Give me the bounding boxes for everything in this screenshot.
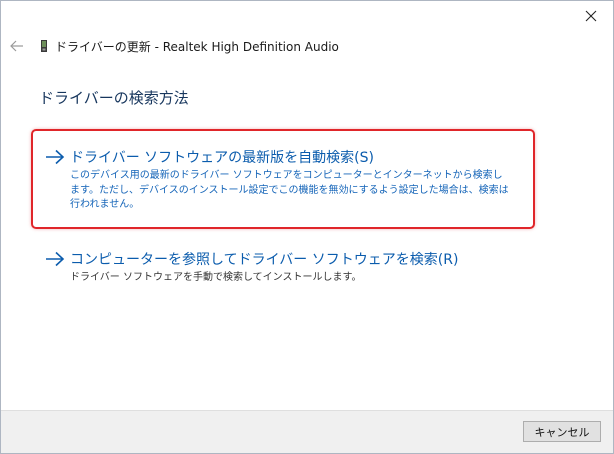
window-title: ドライバーの更新 - Realtek High Definition Audio	[55, 40, 339, 54]
option-description: このデバイス用の最新のドライバー ソフトウェアをコンピューターとインターネットか…	[70, 170, 509, 210]
back-arrow-icon	[10, 40, 23, 52]
arrow-right-icon	[46, 251, 65, 267]
close-icon	[585, 10, 597, 22]
option-title: コンピューターを参照してドライバー ソフトウェアを検索(R)	[70, 252, 459, 268]
option-description: ドライバー ソフトウェアを手動で検索してインストールします。	[70, 272, 362, 283]
option-title: ドライバー ソフトウェアの最新版を自動検索(S)	[70, 150, 374, 166]
dialog-footer: キャンセル	[1, 410, 613, 453]
cancel-button[interactable]: キャンセル	[523, 421, 601, 442]
close-button[interactable]	[579, 5, 603, 27]
dialog-header: ドライバーの更新 - Realtek High Definition Audio	[1, 35, 613, 57]
audio-device-icon	[41, 40, 47, 52]
arrow-right-icon	[46, 149, 65, 165]
back-button[interactable]	[8, 36, 26, 56]
update-driver-dialog: ドライバーの更新 - Realtek High Definition Audio…	[0, 0, 614, 454]
page-title: ドライバーの検索方法	[39, 89, 189, 107]
